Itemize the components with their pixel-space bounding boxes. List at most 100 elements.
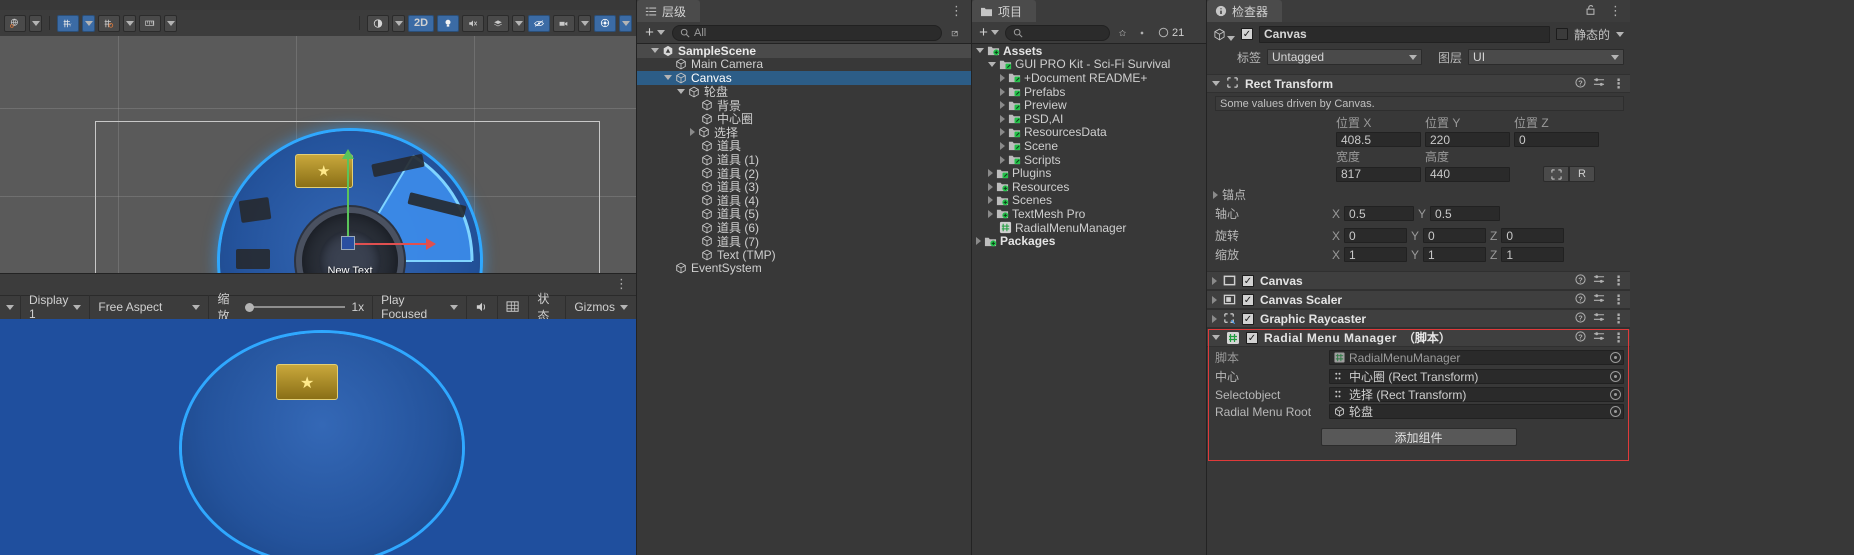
foldout-icon[interactable] [690,128,695,137]
script-enabled-checkbox[interactable]: ✓ [1246,331,1258,344]
help-icon[interactable]: ? [1575,311,1586,326]
game-view-type-dropdown[interactable] [0,295,21,319]
hierarchy-tree[interactable]: SampleScene Main Camera Canvas 轮盘 背景 中心圈 选择 道具道… [637,44,971,555]
project-item[interactable]: GUI PRO Kit - Sci-Fi Survival [972,57,1206,71]
move-gizmo-y-axis[interactable] [347,155,349,237]
component-header-canvas[interactable]: ✓ Canvas? ⋮ [1207,271,1630,290]
component-menu-icon[interactable]: ⋮ [1612,274,1625,287]
help-icon[interactable]: ? [1575,273,1586,288]
foldout-icon[interactable] [1000,101,1005,110]
project-item[interactable]: +Document README+ [972,71,1206,85]
globe-dropdown-icon[interactable] [29,14,42,32]
component-menu-icon[interactable]: ⋮ [1612,293,1625,306]
object-picker-icon[interactable] [1610,352,1621,363]
preset-icon[interactable] [1593,77,1605,91]
scale-slider-group[interactable]: 缩放 1x [209,292,374,323]
hierarchy-item[interactable]: 道具 (5) [637,207,971,221]
grid-visibility-icon[interactable] [98,14,120,32]
scale-slider[interactable] [245,302,346,312]
project-list-mode-icon[interactable] [1135,24,1149,41]
foldout-icon[interactable] [988,182,993,191]
tab-project[interactable]: 项目 [972,0,1037,22]
rot-x-field[interactable]: 0 [1344,228,1408,243]
foldout-icon[interactable] [988,209,993,218]
stats-button[interactable]: 状态 [529,292,567,323]
grid-snap-icon[interactable]: Y [57,14,79,32]
pos-y-field[interactable]: 220 [1425,132,1510,147]
component-header-radial-menu-manager[interactable]: ✓ Radial Menu Manager （脚本） ? ⋮ [1207,328,1630,347]
help-icon[interactable]: ? [1575,292,1586,307]
shading-mode-icon[interactable] [367,14,389,32]
component-enabled-checkbox[interactable]: ✓ [1242,274,1254,287]
foldout-icon[interactable] [988,169,993,178]
hierarchy-item[interactable]: 道具 [637,139,971,153]
display-dropdown[interactable]: Display 1 [21,293,91,321]
project-item[interactable]: Preview [972,98,1206,112]
anchors-foldout-icon[interactable] [1213,190,1218,199]
component-header-rect-transform[interactable]: Rect Transform ? ⋮ [1207,74,1630,93]
project-item[interactable]: Resources [972,180,1206,194]
foldout-icon[interactable] [1212,295,1217,304]
project-add-button[interactable]: + [977,24,1001,41]
preset-icon[interactable] [1593,312,1605,326]
play-mode-dropdown[interactable]: Play Focused [373,293,468,321]
move-gizmo-y-arrow[interactable] [342,149,354,159]
camera-icon[interactable] [553,14,575,32]
hierarchy-add-button[interactable]: + [642,24,668,41]
grid-snap-dropdown-icon[interactable] [82,14,95,32]
camera-dropdown-icon[interactable] [578,14,591,32]
component-menu-icon[interactable]: ⋮ [1612,312,1625,325]
hierarchy-item[interactable]: Canvas [637,71,971,85]
scene-view-viewport[interactable]: ★ New Text [0,36,636,273]
preset-icon[interactable] [1593,274,1605,288]
blueprint-mode-toggle[interactable] [1543,166,1569,182]
project-search-input[interactable] [1005,24,1110,41]
project-item[interactable]: Scenes [972,193,1206,207]
foldout-icon[interactable] [1212,81,1220,86]
foldout-icon[interactable] [677,89,685,95]
script-field-value[interactable]: 选择 (Rect Transform) [1329,387,1624,402]
width-field[interactable]: 817 [1336,166,1421,182]
inspector-menu-icon[interactable]: ⋮ [1601,4,1630,17]
object-enabled-checkbox[interactable]: ✓ [1241,28,1253,40]
anchors-row[interactable]: 锚点 [1207,182,1630,203]
tab-hierarchy[interactable]: 层级 [637,0,701,22]
project-item[interactable]: Plugins [972,166,1206,180]
tag-dropdown[interactable]: Untagged [1267,49,1423,65]
aspect-dropdown[interactable]: Free Aspect [90,295,210,319]
static-dropdown-icon[interactable] [1616,31,1624,37]
move-gizmo-center[interactable] [341,236,355,250]
audio-mute-icon[interactable] [462,14,484,32]
foldout-icon[interactable] [988,61,996,67]
foldout-icon[interactable] [1212,335,1220,340]
lock-icon[interactable] [1580,4,1601,19]
rot-z-field[interactable]: 0 [1501,228,1565,243]
ruler-dropdown-icon[interactable] [164,14,177,32]
hierarchy-item[interactable]: SampleScene [637,44,971,58]
scale-z-field[interactable]: 1 [1501,247,1565,262]
script-field-value[interactable]: 中心圈 (Rect Transform) [1329,369,1624,384]
stats-grid-icon[interactable] [498,295,530,319]
rot-y-field[interactable]: 0 [1423,228,1487,243]
project-item[interactable]: PSD,AI [972,112,1206,126]
foldout-icon[interactable] [976,237,981,246]
object-picker-icon[interactable] [1610,389,1621,400]
scale-x-field[interactable]: 1 [1344,247,1408,262]
component-enabled-checkbox[interactable]: ✓ [1242,293,1254,306]
hierarchy-item[interactable]: Text (TMP) [637,248,971,262]
move-gizmo-x-arrow[interactable] [426,238,436,250]
foldout-icon[interactable] [1000,155,1005,164]
component-enabled-checkbox[interactable]: ✓ [1242,312,1254,325]
project-badge-count[interactable]: 21 [1153,24,1189,41]
foldout-icon[interactable] [664,75,672,81]
help-icon[interactable]: ? [1575,76,1586,91]
hierarchy-item[interactable]: 道具 (7) [637,234,971,249]
globe-icon[interactable] [4,14,26,32]
move-gizmo-x-axis[interactable] [348,243,430,245]
preset-icon[interactable] [1593,331,1605,345]
ruler-icon[interactable] [139,14,161,32]
static-checkbox[interactable] [1555,28,1568,40]
foldout-icon[interactable] [651,48,659,54]
hierarchy-item[interactable]: 道具 (2) [637,166,971,181]
script-field-value[interactable]: 轮盘 [1329,404,1624,419]
